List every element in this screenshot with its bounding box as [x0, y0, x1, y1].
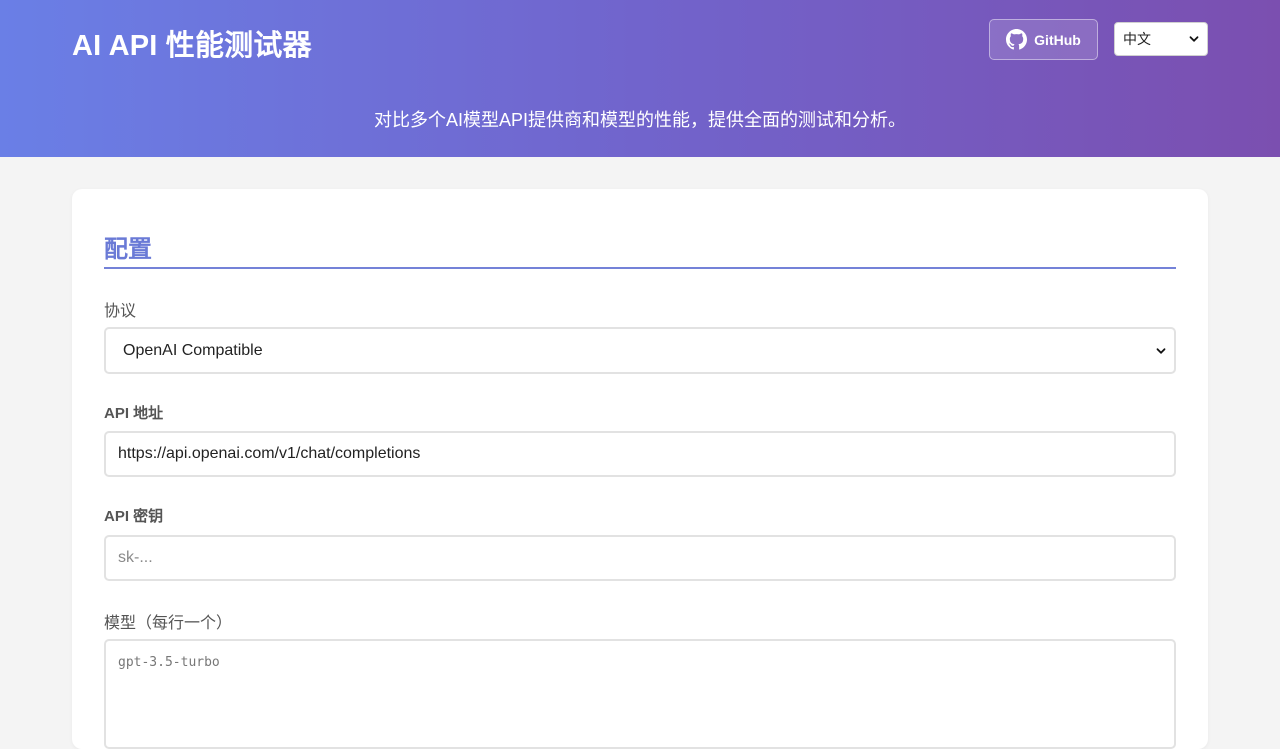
api-url-input[interactable]: https://api.openai.com/v1/chat/completio…	[104, 431, 1176, 477]
github-button[interactable]: GitHub	[989, 19, 1098, 60]
api-key-label: API 密钥	[104, 508, 164, 525]
models-textarea[interactable]: gpt-3.5-turbo	[104, 639, 1176, 749]
section-divider	[104, 267, 1176, 269]
api-url-label: API 地址	[104, 405, 164, 422]
api-url-value: https://api.openai.com/v1/chat/completio…	[118, 445, 421, 462]
page-subtitle: 对比多个AI模型API提供商和模型的性能，提供全面的测试和分析。	[373, 110, 907, 130]
config-card: 配置 协议 OpenAI Compatible API 地址 https://a…	[72, 189, 1208, 749]
models-label: 模型（每行一个）	[104, 615, 233, 632]
section-title: 配置	[104, 236, 152, 263]
github-label: GitHub	[1034, 31, 1081, 48]
header: AI API 性能测试器 GitHub 中文 对比多个AI模型API提供商和模型…	[0, 0, 1280, 157]
language-selected: 中文	[1123, 31, 1151, 47]
chevron-down-icon	[1189, 36, 1199, 42]
protocol-label: 协议	[104, 303, 137, 320]
models-placeholder: gpt-3.5-turbo	[118, 655, 220, 670]
chevron-down-icon	[1156, 347, 1166, 354]
api-key-input[interactable]: sk-...	[104, 535, 1176, 581]
language-select[interactable]: 中文	[1114, 22, 1208, 56]
api-key-placeholder: sk-...	[118, 549, 153, 566]
github-icon	[1006, 29, 1028, 50]
protocol-value: OpenAI Compatible	[123, 341, 263, 359]
app-title: AI API 性能测试器	[72, 30, 312, 62]
protocol-select[interactable]: OpenAI Compatible	[104, 327, 1176, 374]
